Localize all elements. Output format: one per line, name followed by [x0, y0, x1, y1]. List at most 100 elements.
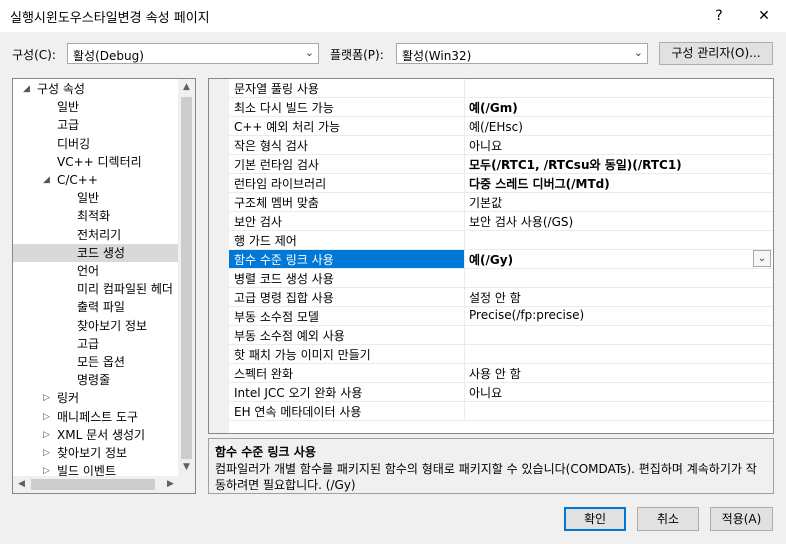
property-value[interactable]: Precise(/fp:precise) [469, 308, 584, 322]
apply-button[interactable]: 적용(A) [710, 507, 773, 531]
tree-item[interactable]: VC++ 디렉터리 [13, 153, 179, 171]
property-value[interactable]: 아니요 [469, 384, 502, 401]
collapse-icon[interactable]: ◢ [23, 80, 30, 98]
tree-item-label: 고급 [57, 118, 80, 133]
property-row[interactable]: 기본 런타임 검사 모두(/RTC1, /RTCsu와 동일)(/RTC1) [229, 155, 773, 174]
tree-item-label: 명령줄 [77, 373, 111, 388]
expand-icon[interactable]: ▷ [43, 444, 50, 462]
property-value[interactable]: 보안 검사 사용(/GS) [469, 213, 573, 230]
property-row[interactable]: 최소 다시 빌드 가능 예(/Gm) [229, 98, 773, 117]
column-divider [464, 383, 465, 402]
scroll-down-icon[interactable]: ▼ [178, 459, 195, 476]
help-button[interactable]: ? [697, 0, 741, 32]
ok-button[interactable]: 확인 [564, 507, 626, 531]
property-row[interactable]: 행 가드 제어 [229, 231, 773, 250]
grid-gutter [209, 79, 229, 433]
property-name: 보안 검사 [234, 215, 282, 229]
cancel-button[interactable]: 취소 [637, 507, 699, 531]
tree-item-label: 고급 [77, 336, 100, 351]
property-value[interactable]: 예(/Gy) [469, 251, 513, 268]
expand-icon[interactable]: ▷ [43, 408, 50, 426]
scroll-right-icon[interactable]: ▶ [162, 476, 179, 493]
expand-icon[interactable]: ▷ [43, 389, 50, 407]
property-row[interactable]: 부동 소수점 예외 사용 [229, 326, 773, 345]
scroll-up-icon[interactable]: ▲ [178, 79, 195, 96]
tree-item-label: 디버깅 [57, 136, 91, 151]
tree-item-label: 모든 옵션 [77, 355, 125, 369]
scroll-thumb-horizontal[interactable] [31, 479, 155, 490]
property-row[interactable]: 런타임 라이브러리 다중 스레드 디버그(/MTd) [229, 174, 773, 193]
property-row[interactable]: 부동 소수점 모델 Precise(/fp:precise) [229, 307, 773, 326]
tree-item[interactable]: 언어 [13, 262, 179, 280]
property-value[interactable]: 사용 안 함 [469, 365, 521, 382]
column-divider [464, 364, 465, 383]
property-tree: ◢ 구성 속성 일반 고급 디버깅 VC++ 디렉터리 ◢ C/C++ 일반 최적화 전처리기 코드 … [12, 78, 196, 494]
tree-item[interactable]: 미리 컴파일된 헤더 [13, 280, 179, 298]
property-row[interactable]: 고급 명령 집합 사용 설정 안 함 [229, 288, 773, 307]
tree-item[interactable]: 일반 [13, 189, 179, 207]
tree-item[interactable]: ▷ 링커 [13, 389, 179, 407]
property-name: 스펙터 완화 [234, 367, 294, 381]
tree-item-label: 구성 속성 [37, 82, 85, 96]
scroll-thumb[interactable] [181, 97, 192, 459]
tree-item[interactable]: 명령줄 [13, 371, 179, 389]
tree-vertical-scrollbar[interactable]: ▲ ▼ [178, 79, 195, 476]
title-bar: 실행시윈도우스타일변경 속성 페이지 ? ✕ [0, 0, 786, 32]
tree-item[interactable]: 모든 옵션 [13, 353, 179, 371]
chevron-down-icon[interactable]: ⌄ [753, 250, 771, 267]
property-value[interactable]: 아니요 [469, 137, 502, 154]
property-name: 기본 런타임 검사 [234, 158, 319, 172]
property-value[interactable]: 설정 안 함 [469, 289, 521, 306]
column-divider [464, 307, 465, 326]
property-row[interactable]: Intel JCC 오기 완화 사용 아니요 [229, 383, 773, 402]
chevron-down-icon: ⌄ [304, 46, 314, 59]
tree-item[interactable]: ▷ 찾아보기 정보 [13, 444, 179, 462]
collapse-icon[interactable]: ◢ [43, 171, 50, 189]
property-name: 구조체 멤버 맞춤 [234, 196, 319, 210]
property-row[interactable]: 스펙터 완화 사용 안 함 [229, 364, 773, 383]
property-row[interactable]: 구조체 멤버 맞춤 기본값 [229, 193, 773, 212]
chevron-down-icon: ⌄ [633, 46, 643, 59]
property-value[interactable]: 기본값 [469, 194, 502, 211]
description-panel: 함수 수준 링크 사용 컴파일러가 개별 함수를 패키지된 함수의 형태로 패키… [208, 438, 774, 494]
tree-item[interactable]: ▷ 매니페스트 도구 [13, 408, 179, 426]
property-row[interactable]: 문자열 풀링 사용 [229, 79, 773, 98]
property-row[interactable]: C++ 예외 처리 가능 예(/EHsc) [229, 117, 773, 136]
property-row[interactable]: 함수 수준 링크 사용 예(/Gy) ⌄ [229, 250, 773, 269]
tree-item[interactable]: ▷ XML 문서 생성기 [13, 426, 179, 444]
tree-item[interactable]: 코드 생성 [13, 243, 179, 262]
tree-item[interactable]: ◢ C/C++ [13, 171, 179, 189]
config-dropdown[interactable]: 활성(Debug) ⌄ [67, 43, 319, 64]
tree-item[interactable]: 전처리기 [13, 226, 179, 244]
column-divider [464, 269, 465, 288]
property-row[interactable]: 병렬 코드 생성 사용 [229, 269, 773, 288]
config-manager-button[interactable]: 구성 관리자(O)... [659, 42, 773, 65]
scroll-left-icon[interactable]: ◀ [13, 476, 30, 493]
platform-dropdown[interactable]: 활성(Win32) ⌄ [396, 43, 648, 64]
property-value[interactable]: 예(/Gm) [469, 99, 518, 116]
tree-item-label: 코드 생성 [77, 245, 125, 260]
tree-item[interactable]: ◢ 구성 속성 [13, 80, 179, 98]
property-value[interactable]: 모두(/RTC1, /RTCsu와 동일)(/RTC1) [469, 156, 682, 173]
expand-icon[interactable]: ▷ [43, 426, 50, 444]
property-row[interactable]: EH 연속 메타데이터 사용 [229, 402, 773, 421]
property-value[interactable]: 예(/EHsc) [469, 118, 523, 135]
platform-label: 플랫폼(P): [330, 48, 384, 62]
tree-item-label: 미리 컴파일된 헤더 [77, 282, 173, 297]
tree-item[interactable]: 출력 파일 [13, 298, 179, 316]
tree-item[interactable]: 고급 [13, 116, 179, 134]
property-row[interactable]: 작은 형식 검사 아니요 [229, 136, 773, 155]
tree-item[interactable]: 고급 [13, 335, 179, 353]
tree-item[interactable]: 일반 [13, 98, 179, 116]
property-row[interactable]: 핫 패치 가능 이미지 만들기 [229, 345, 773, 364]
tree-item[interactable]: 디버깅 [13, 135, 179, 153]
column-divider [464, 250, 465, 269]
tree-item[interactable]: 찾아보기 정보 [13, 317, 179, 335]
tree-item[interactable]: 최적화 [13, 207, 179, 225]
tree-horizontal-scrollbar[interactable]: ◀ ▶ [13, 476, 179, 493]
close-button[interactable]: ✕ [742, 0, 786, 32]
property-value[interactable]: 다중 스레드 디버그(/MTd) [469, 175, 610, 192]
platform-value: 활성(Win32) [402, 49, 472, 63]
scroll-corner [178, 476, 195, 493]
property-row[interactable]: 보안 검사 보안 검사 사용(/GS) [229, 212, 773, 231]
